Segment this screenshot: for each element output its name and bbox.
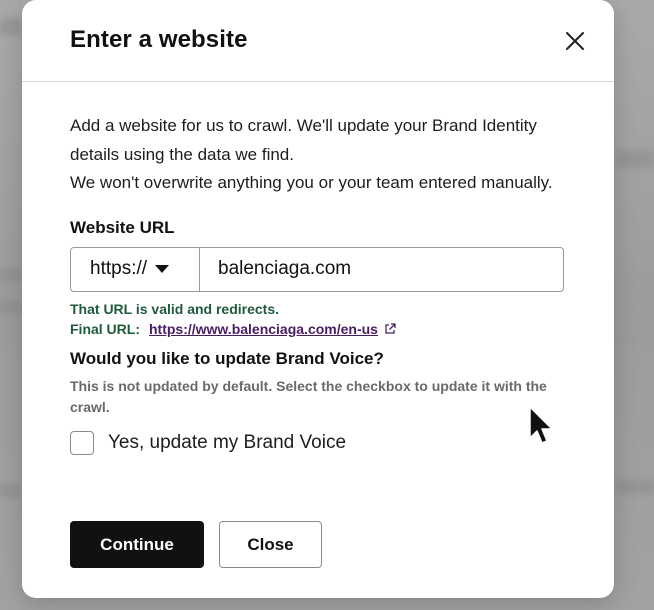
final-url-row: Final URL: https://www.balenciaga.com/en… [70,321,580,337]
background-blur [610,280,654,342]
validation-message: That URL is valid and redirects. [70,300,280,317]
continue-button[interactable]: Continue [70,521,204,568]
brand-voice-question: Would you like to update Brand Voice? [70,348,384,368]
dialog-header: Enter a website [22,0,614,82]
enter-website-dialog: Enter a website Add a website for us to … [22,0,614,598]
website-url-input[interactable] [200,247,563,291]
background-blur [616,480,654,494]
background-blur [0,484,22,498]
final-url-label: Final URL: [70,320,140,337]
brand-voice-checkbox-row[interactable]: Yes, update my Brand Voice [70,430,580,455]
website-url-field: https:// [70,246,564,292]
brand-voice-help: This is not updated by default. Select t… [70,377,547,415]
close-button[interactable]: Close [219,521,322,568]
dialog-body: Add a website for us to crawl. We'll upd… [70,112,580,455]
background-blur [0,300,22,314]
description-line-2: We won't overwrite anything you or your … [70,173,553,192]
protocol-select[interactable]: https:// [71,247,200,291]
dialog-title: Enter a website [70,26,248,53]
caret-down-icon [155,265,170,273]
external-link-icon[interactable] [384,322,396,335]
background-blur [616,150,654,168]
final-url-link[interactable]: https://www.balenciaga.com/en-us [149,321,378,337]
brand-voice-checkbox[interactable] [70,430,94,455]
dialog-description: Add a website for us to crawl. We'll upd… [70,112,580,198]
brand-voice-checkbox-label[interactable]: Yes, update my Brand Voice [108,432,346,454]
description-line-1: Add a website for us to crawl. We'll upd… [70,116,537,164]
website-url-label: Website URL [70,217,175,237]
dialog-actions: Continue Close [70,521,322,568]
protocol-value: https:// [90,258,148,279]
background-blur [0,268,22,282]
close-icon[interactable] [564,30,586,52]
background-blur [0,18,22,36]
